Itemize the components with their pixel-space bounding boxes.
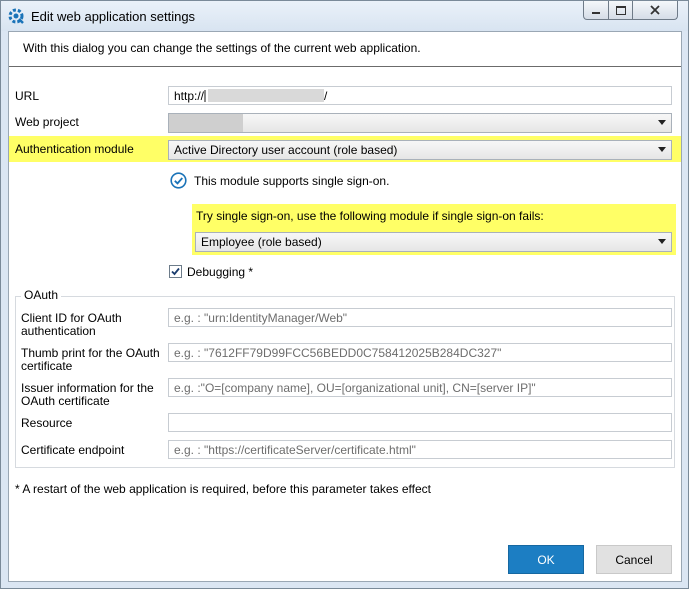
thumb-print-input[interactable]: e.g. : "7612FF79D99FCC56BEDD0C758412025B…	[168, 343, 672, 362]
close-icon	[650, 5, 660, 15]
url-label: URL	[15, 89, 40, 103]
maximize-icon	[615, 5, 626, 15]
url-input[interactable]: http:// /	[168, 86, 672, 105]
url-suffix: /	[324, 89, 328, 103]
web-project-select[interactable]	[168, 113, 672, 133]
certificate-endpoint-label: Certificate endpoint	[21, 443, 125, 457]
fallback-label: Try single sign-on, use the following mo…	[196, 209, 544, 223]
checkmark-icon	[171, 267, 180, 276]
title-bar[interactable]: Edit web application settings	[1, 1, 688, 31]
cancel-button[interactable]: Cancel	[596, 545, 672, 574]
maximize-button[interactable]	[608, 1, 633, 20]
web-project-redacted	[169, 114, 243, 132]
url-redacted	[208, 89, 325, 102]
fallback-module-select[interactable]: Employee (role based)	[195, 232, 672, 252]
intro-text: With this dialog you can change the sett…	[23, 41, 421, 55]
url-prefix: http://	[174, 89, 205, 103]
window-title: Edit web application settings	[31, 9, 196, 24]
client-id-input[interactable]: e.g. : "urn:IdentityManager/Web"	[168, 308, 672, 327]
auth-module-label: Authentication module	[15, 142, 134, 156]
minimize-icon	[592, 12, 600, 14]
resource-label: Resource	[21, 416, 73, 430]
thumb-print-label: Thumb print for the OAuth certificate	[21, 346, 160, 373]
dialog-body: With this dialog you can change the sett…	[8, 31, 682, 582]
checkmark-circle-icon	[170, 172, 187, 189]
restart-footnote: * A restart of the web application is re…	[15, 482, 432, 496]
auth-module-value: Active Directory user account (role base…	[174, 143, 398, 157]
debugging-checkbox[interactable]	[169, 265, 182, 278]
fallback-module-value: Employee (role based)	[201, 235, 322, 249]
chevron-down-icon	[658, 239, 666, 244]
sso-note: This module supports single sign-on.	[194, 174, 390, 188]
close-button[interactable]	[632, 1, 678, 20]
dialog-window: Edit web application settings With this …	[0, 0, 689, 589]
chevron-down-icon	[658, 147, 666, 152]
resource-input[interactable]	[168, 413, 672, 432]
app-gear-icon	[8, 8, 24, 24]
auth-module-select[interactable]: Active Directory user account (role base…	[168, 140, 672, 160]
oauth-group-title: OAuth	[21, 289, 62, 302]
debugging-label: Debugging *	[187, 265, 254, 279]
ok-button[interactable]: OK	[508, 545, 584, 574]
issuer-label: Issuer information for the OAuth certifi…	[21, 381, 154, 408]
client-id-label: Client ID for OAuth authentication	[21, 311, 122, 338]
web-project-label: Web project	[15, 115, 79, 129]
minimize-button[interactable]	[583, 1, 609, 20]
header-separator	[9, 66, 681, 67]
issuer-input[interactable]: e.g. :"O=[company name], OU=[organizatio…	[168, 378, 672, 397]
chevron-down-icon	[658, 120, 666, 125]
certificate-endpoint-input[interactable]: e.g. : "https://certificateServer/certif…	[168, 440, 672, 459]
